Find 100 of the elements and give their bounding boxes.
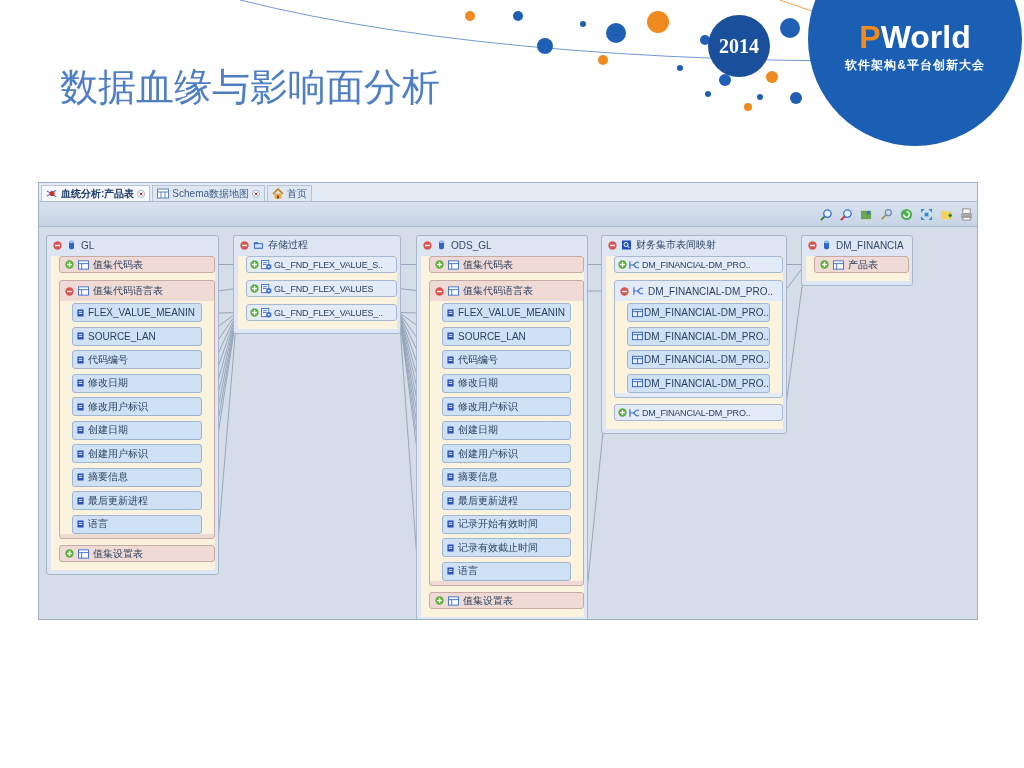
item-label: 值集代码表 [463,257,513,272]
item-label: 产品表 [848,257,878,272]
field-node[interactable]: 语言 [442,561,571,581]
field-node[interactable]: 创建日期 [442,420,571,440]
zoom-out-icon[interactable] [840,207,853,221]
column-icon [77,520,84,528]
field-node[interactable]: 最后更新进程 [442,491,571,510]
zoom-in-icon[interactable] [820,207,833,221]
expand-icon[interactable] [435,596,444,605]
column-icon [77,496,84,505]
year-badge: 2014 [708,15,770,77]
field-node[interactable]: 修改日期 [72,373,202,393]
field-node[interactable]: 记录开始有效时间 [442,514,571,534]
close-icon[interactable] [252,189,261,198]
expand-icon[interactable] [435,260,444,269]
field-node[interactable]: 修改用户标识 [442,397,571,416]
expand-icon[interactable] [65,260,74,269]
item-label: 值集代码语言表 [93,284,163,298]
field-node[interactable]: FLEX_VALUE_MEANIN [442,303,571,322]
column-icon [77,473,84,481]
table-icon [78,259,89,270]
node-title: GL [81,239,95,251]
close-icon[interactable] [137,189,146,198]
node-title: 存储过程 [268,238,308,252]
column-icon [77,426,84,434]
mapping-icon [629,407,640,418]
field-node[interactable]: 最后更新进程 [72,491,202,510]
field-node[interactable]: DM_FINANCIAL-DM_PRO.. [627,326,770,346]
tab[interactable]: Schema数据地图 [152,185,266,201]
table-icon [448,286,459,296]
expand-icon[interactable] [250,260,259,269]
field-node[interactable]: 语言 [72,514,202,534]
field-node[interactable]: 创建日期 [72,420,202,440]
item-label: 值集代码表 [93,257,143,272]
column-icon [447,473,454,481]
logo-tagline: 软件架构&平台创新大会 [845,57,985,74]
collapse-icon[interactable] [423,240,432,250]
field-node[interactable]: SOURCE_LAN [72,326,202,346]
field-node[interactable]: 修改用户标识 [72,397,202,416]
table-icon [833,259,844,270]
table-icon [448,259,459,270]
column-icon [447,449,454,458]
field-node[interactable]: 修改日期 [442,373,571,393]
field-node[interactable]: DM_FINANCIAL-DM_PRO.. [627,350,770,369]
field-node[interactable]: 摘要信息 [72,467,202,487]
item-label: 值集代码语言表 [463,284,533,298]
field-node[interactable]: 代码编号 [72,350,202,369]
column-icon [447,426,454,434]
column-icon [447,543,454,552]
refresh-icon[interactable] [900,207,913,221]
field-node[interactable]: 创建用户标识 [72,444,202,463]
collapse-icon[interactable] [65,286,74,296]
node-title: 财务集市表间映射 [636,238,716,252]
collapse-icon[interactable] [435,286,444,296]
field-node[interactable]: DM_FINANCIAL-DM_PRO.. [627,373,770,393]
field-node[interactable]: 代码编号 [442,350,571,369]
procedure-icon [261,283,272,294]
column-icon [447,402,454,411]
table-icon [448,595,459,606]
item-label: DM_FINANCIAL-DM_PRO.. [648,285,773,297]
column-icon [447,520,454,528]
database-icon [821,240,832,250]
magnifier-icon [621,240,632,250]
fit-icon[interactable] [920,207,933,221]
collapse-icon[interactable] [808,240,817,250]
expand-icon[interactable] [820,260,829,269]
item-label: 值集设置表 [93,546,143,561]
expand-icon[interactable] [250,308,259,317]
field-node[interactable]: 记录有效截止时间 [442,538,571,557]
field-node[interactable]: SOURCE_LAN [442,326,571,346]
mapping-icon [633,286,644,296]
database-icon [66,240,77,250]
procedure-icon [261,307,272,318]
print-icon[interactable] [960,207,973,221]
item-label: GL_FND_FLEX_VALUES [274,283,374,294]
collapse-icon[interactable] [53,240,62,250]
expand-icon[interactable] [618,260,627,269]
field-node[interactable]: 摘要信息 [442,467,571,487]
field-node[interactable]: 创建用户标识 [442,444,571,463]
collapse-icon[interactable] [240,240,249,250]
column-icon [77,402,84,411]
field-node[interactable]: DM_FINANCIAL-DM_PRO.. [627,303,770,322]
column-icon [447,332,454,340]
search-icon[interactable] [880,207,893,221]
column-icon [447,567,454,575]
tab[interactable]: 血统分析:产品表 [41,185,151,201]
item-label: 值集设置表 [463,593,513,608]
table-icon [632,378,643,388]
expand-icon[interactable] [250,284,259,293]
column-icon [77,355,84,364]
item-label: GL_FND_FLEX_VALUES_.. [274,307,383,318]
column-icon [77,379,84,387]
collapse-icon[interactable] [620,286,629,296]
field-node[interactable]: FLEX_VALUE_MEANIN [72,303,202,322]
column-icon [77,332,84,340]
node-title: ODS_GL [451,239,492,251]
expand-icon[interactable] [65,549,74,558]
expand-icon[interactable] [618,408,627,417]
tab[interactable]: 首页 [267,185,313,201]
collapse-icon[interactable] [608,240,617,250]
